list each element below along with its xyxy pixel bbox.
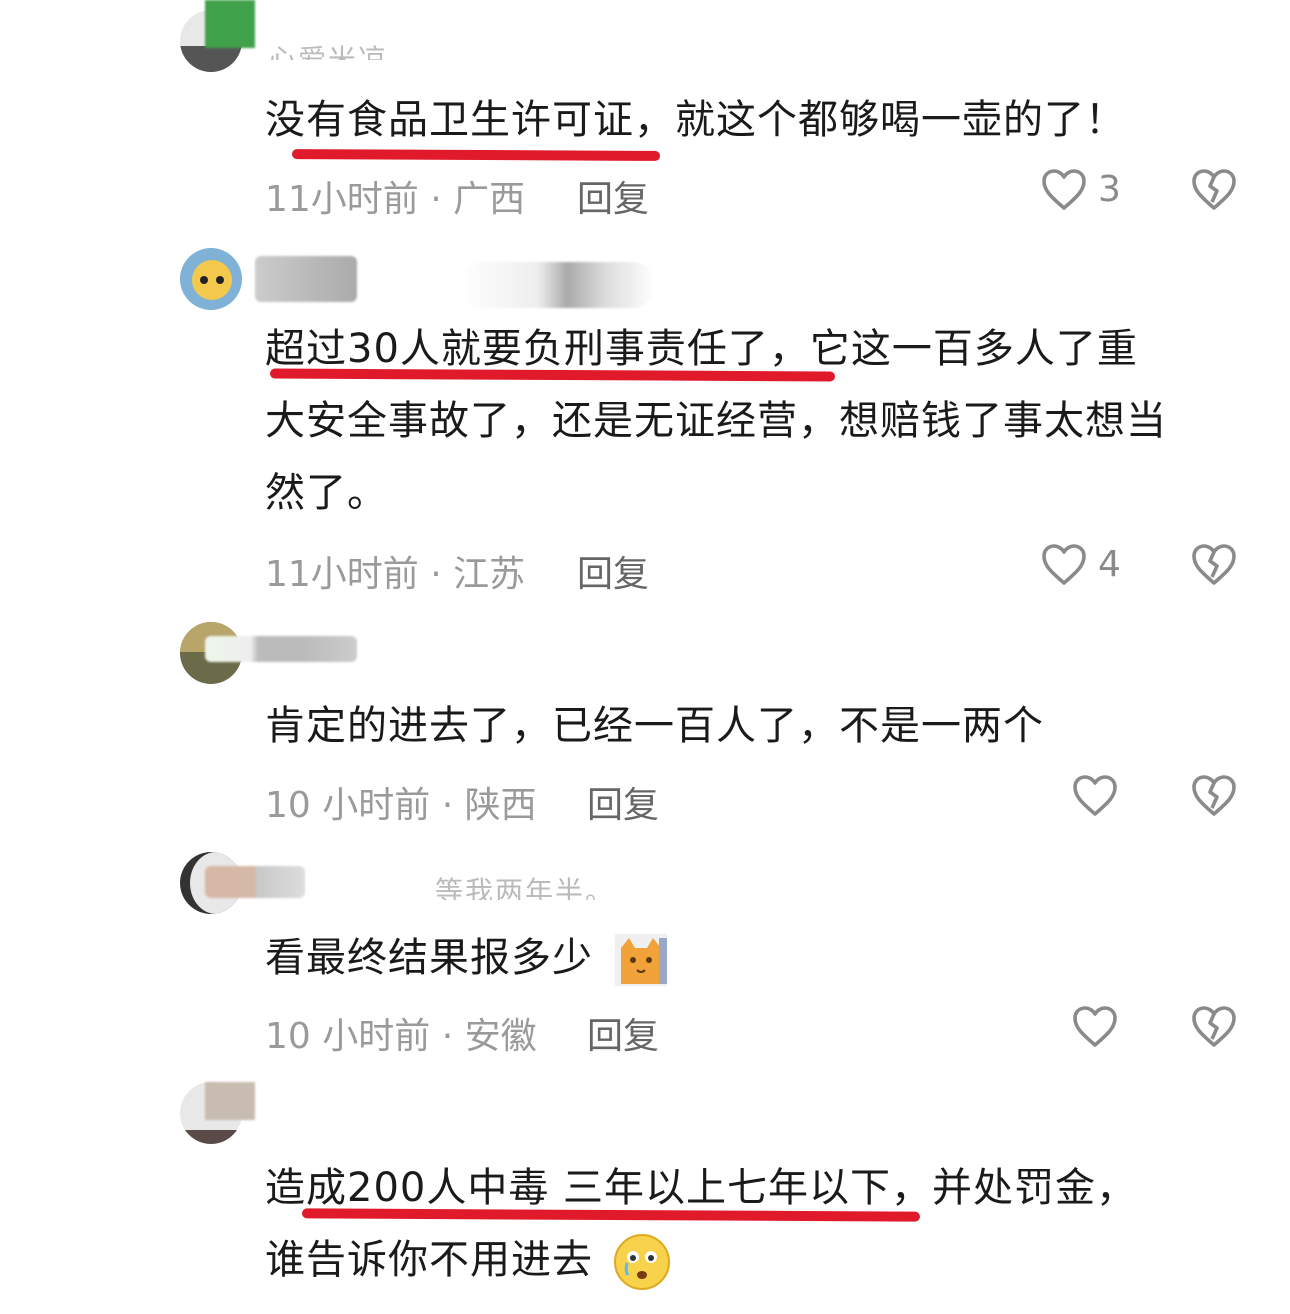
- comment-text: 看最终结果报多少: [265, 922, 1245, 994]
- like-count: 4: [1098, 543, 1121, 585]
- heart-outline-icon: [1040, 166, 1088, 212]
- blurred-badge: [460, 262, 655, 308]
- comment-text: 没有食品卫生许可证，就这个都够喝一壶的了！: [265, 97, 1126, 143]
- broken-heart-icon: [1190, 166, 1238, 212]
- dislike-button[interactable]: [1190, 772, 1238, 818]
- comment-text-line-2: 大安全事故了，还是无证经营，想赔钱了事太想当: [265, 398, 1167, 444]
- cat-face-emoji: [614, 934, 667, 986]
- dislike-button[interactable]: [1190, 1003, 1238, 1049]
- comment-text-content: 看最终结果报多少: [265, 935, 593, 981]
- heart-outline-icon: [1071, 1003, 1119, 1049]
- heart-outline-icon: [1040, 541, 1088, 587]
- time-location: 11小时前 · 广西: [265, 179, 526, 220]
- like-count: 3: [1098, 168, 1121, 210]
- dislike-button[interactable]: [1190, 541, 1238, 587]
- dislike-button[interactable]: [1190, 166, 1238, 212]
- like-button[interactable]: [1071, 772, 1129, 818]
- comment-text-line-2: 谁告诉你不用进去: [265, 1224, 1245, 1296]
- like-button[interactable]: [1071, 1003, 1129, 1049]
- broken-heart-icon: [1190, 541, 1238, 587]
- like-button[interactable]: 4: [1040, 541, 1121, 587]
- avatar[interactable]: [180, 248, 242, 310]
- crying-face-emoji: [613, 1233, 671, 1291]
- broken-heart-icon: [1190, 1003, 1238, 1049]
- time-location: 11小时前 · 江苏: [265, 554, 526, 595]
- comment-text-content: 谁告诉你不用进去: [265, 1237, 593, 1283]
- reply-button[interactable]: 回复: [587, 776, 659, 828]
- comment-text-line-3: 然了。: [265, 470, 388, 516]
- blurred-username: [205, 1082, 255, 1120]
- red-underline: [291, 149, 661, 161]
- comment-text: 肯定的进去了，已经一百人了，不是一两个: [265, 703, 1044, 749]
- time-location: 10 小时前 · 安徽: [265, 1016, 537, 1057]
- time-location: 10 小时前 · 陕西: [265, 785, 537, 826]
- blurred-username: [205, 636, 357, 662]
- reply-button[interactable]: 回复: [587, 1007, 659, 1059]
- blurred-username: [205, 866, 305, 898]
- reply-button[interactable]: 回复: [577, 545, 649, 597]
- username[interactable]: 心爱米凉: [268, 30, 388, 60]
- reply-button[interactable]: 回复: [577, 170, 649, 222]
- heart-outline-icon: [1071, 772, 1119, 818]
- like-button[interactable]: 3: [1040, 166, 1121, 212]
- blurred-username: [255, 256, 357, 302]
- username[interactable]: 等我两年半。: [435, 870, 615, 900]
- avatar-overlay: [205, 0, 255, 48]
- broken-heart-icon: [1190, 772, 1238, 818]
